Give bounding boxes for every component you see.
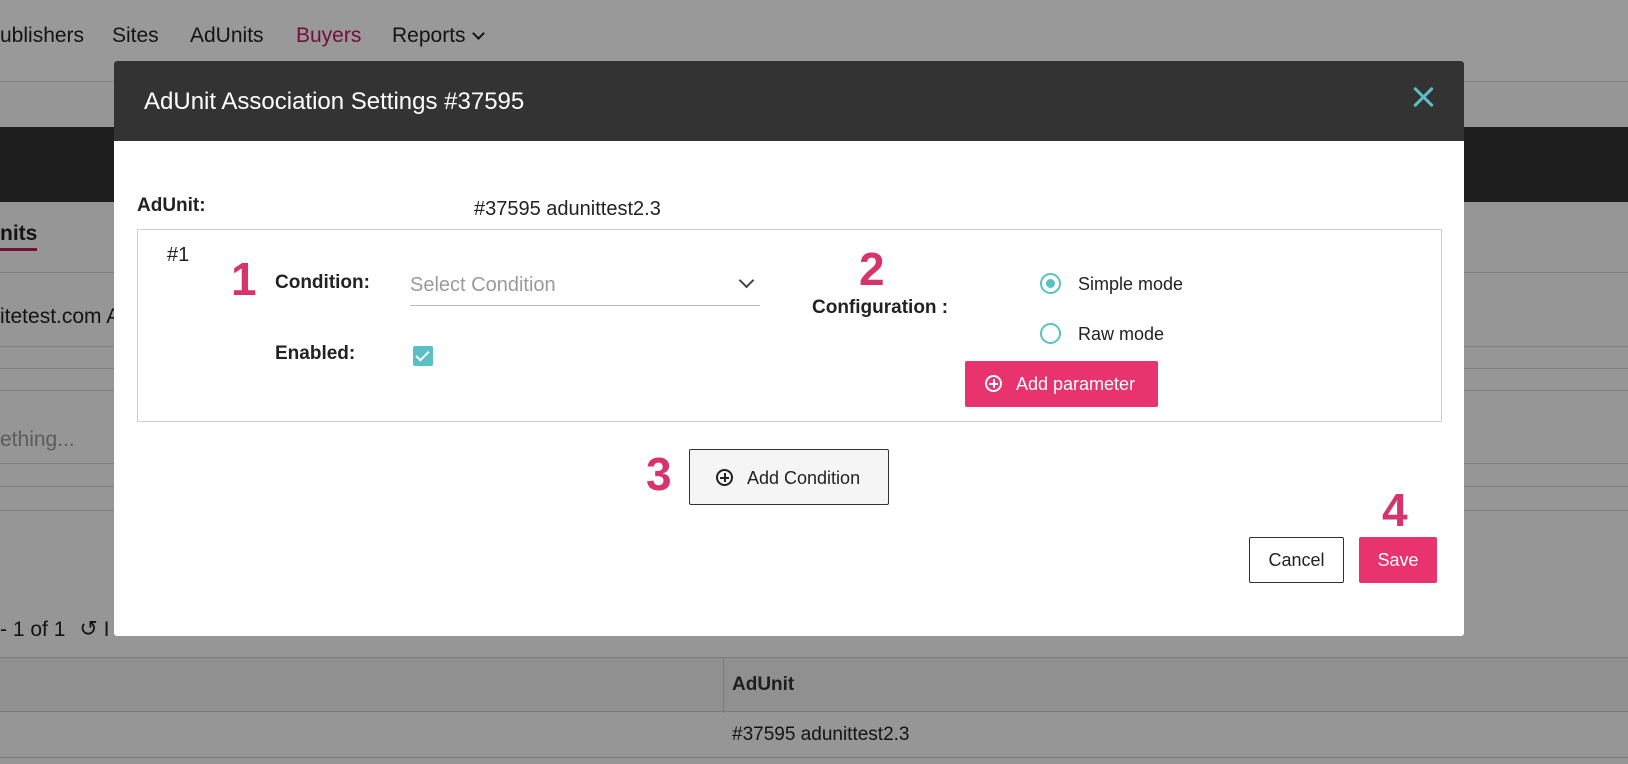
modal-title: AdUnit Association Settings #37595: [144, 88, 525, 115]
adunit-association-modal: AdUnit Association Settings #37595 AdUni…: [114, 61, 1464, 636]
save-button[interactable]: Save: [1359, 537, 1437, 583]
condition-select[interactable]: Select Condition: [410, 263, 760, 306]
enabled-checkbox[interactable]: [413, 346, 433, 366]
add-condition-label: Add Condition: [747, 468, 861, 488]
simple-mode-label[interactable]: Simple mode: [1078, 274, 1183, 295]
annotation-marker-1: 1: [231, 253, 257, 305]
add-parameter-label: Add parameter: [1016, 374, 1136, 394]
add-parameter-button[interactable]: Add parameter: [965, 361, 1158, 407]
add-condition-button[interactable]: Add Condition: [689, 449, 889, 505]
annotation-marker-3: 3: [646, 448, 672, 500]
configuration-label: Configuration :: [812, 297, 949, 318]
condition-block: #1 1 Condition: Select Condition Enabled…: [137, 229, 1442, 422]
close-icon[interactable]: [1406, 81, 1440, 115]
annotation-marker-2: 2: [859, 243, 885, 295]
simple-mode-radio[interactable]: [1040, 273, 1061, 294]
raw-mode-radio[interactable]: [1040, 323, 1061, 344]
raw-mode-label[interactable]: Raw mode: [1078, 324, 1164, 345]
condition-label: Condition:: [275, 272, 370, 293]
plus-circle-icon: [985, 375, 1002, 392]
modal-header: AdUnit Association Settings #37595: [114, 61, 1464, 141]
chevron-down-icon: [738, 272, 755, 289]
plus-circle-icon: [716, 469, 733, 486]
enabled-label: Enabled:: [275, 343, 356, 364]
adunit-label: AdUnit:: [137, 195, 206, 216]
adunit-value: #37595 adunittest2.3: [474, 198, 661, 220]
annotation-marker-4: 4: [1382, 484, 1408, 536]
cancel-button[interactable]: Cancel: [1249, 537, 1344, 583]
condition-index: #1: [167, 244, 190, 266]
condition-select-placeholder: Select Condition: [410, 274, 556, 296]
